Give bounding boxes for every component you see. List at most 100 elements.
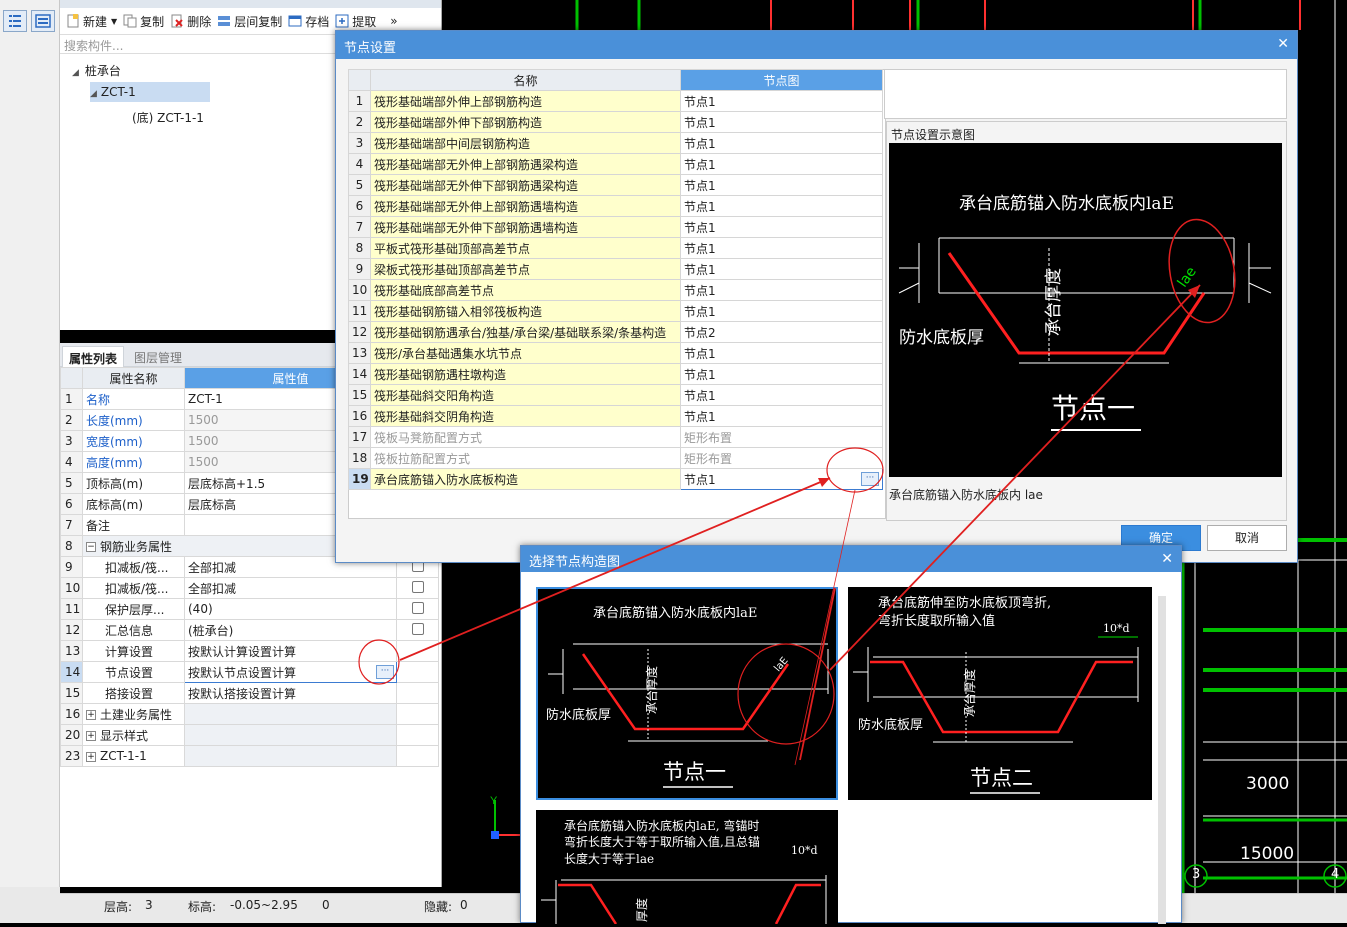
diagram-text: 长度大于等于lae bbox=[564, 851, 654, 866]
table-row[interactable]: 13 筏形/承台基础遇集水坑节点 节点1 bbox=[348, 342, 883, 364]
preview-title: 节点设置示意图 bbox=[891, 128, 976, 142]
diagram-text: 弯折长度大于等于取所输入值,且总锚 bbox=[564, 834, 760, 849]
table-row[interactable]: 7 筏形基础端部无外伸下部钢筋遇墙构造 节点1 bbox=[348, 216, 883, 238]
table-row[interactable]: 6 筏形基础端部无外伸上部钢筋遇墙构造 节点1 bbox=[348, 195, 883, 217]
dimension-text: 3000 bbox=[1246, 774, 1290, 794]
dialog-title-bar: 选择节点构造图 ✕ bbox=[521, 546, 1181, 572]
checkbox[interactable] bbox=[411, 601, 424, 614]
diagram-text: lae bbox=[1175, 264, 1200, 290]
axis-label: 4 bbox=[1331, 867, 1340, 882]
table-row[interactable]: 10 扣减板/筏... 全部扣减 bbox=[60, 577, 439, 599]
dropdown-arrow-icon[interactable]: ▼ bbox=[111, 17, 117, 26]
delete-button[interactable]: 删除 bbox=[170, 13, 211, 30]
table-row[interactable]: 17 筏板马凳筋配置方式 矩形布置 bbox=[348, 426, 883, 448]
tree-node-pile-cap[interactable]: ◢ 桩承台 bbox=[72, 62, 121, 79]
table-row[interactable]: 18 筏板拉筋配置方式 矩形布置 bbox=[348, 447, 883, 469]
table-row-group[interactable]: 16 + 土建业务属性 bbox=[60, 703, 439, 725]
svg-text:Y: Y bbox=[490, 795, 498, 807]
list-view-icon[interactable] bbox=[3, 10, 27, 32]
node-option-2[interactable]: 承台底筋伸至防水底板顶弯折, 弯折长度取所输入值 10*d 承台厚度 防水底板厚… bbox=[848, 587, 1152, 800]
table-row[interactable]: 11 保护层厚... (40) bbox=[60, 598, 439, 620]
more-tools-button[interactable]: » bbox=[390, 14, 397, 28]
grid-view-icon[interactable] bbox=[31, 10, 55, 32]
col-header-prop-name: 属性名称 bbox=[82, 367, 185, 389]
diagram-text: 承台底筋锚入防水底板内laE bbox=[959, 194, 1174, 214]
node-blank-area bbox=[884, 69, 1287, 119]
diagram-text: 承台底筋锚入防水底板内laE, 弯锚时 bbox=[564, 818, 759, 833]
diagram-text: 节点一 bbox=[663, 760, 726, 784]
copy-icon bbox=[123, 14, 137, 28]
expand-icon[interactable]: + bbox=[86, 751, 96, 762]
node-option-3[interactable]: 承台底筋锚入防水底板内laE, 弯锚时 弯折长度大于等于取所输入值,且总锚 长度… bbox=[536, 810, 838, 925]
cancel-button[interactable]: 取消 bbox=[1207, 525, 1287, 551]
diagram-text: 节点一 bbox=[1051, 392, 1135, 425]
table-row[interactable]: 8 平板式筏形基础顶部高差节点 节点1 bbox=[348, 237, 883, 259]
diagram-text: 承台厚度 bbox=[1044, 268, 1064, 336]
dialog-title-bar: 节点设置 ✕ bbox=[336, 31, 1297, 59]
tab-layer-manage[interactable]: 图层管理 bbox=[128, 346, 188, 367]
table-row-group[interactable]: 23 + ZCT-1-1 bbox=[60, 745, 439, 767]
table-row[interactable]: 2 筏形基础端部外伸下部钢筋构造 节点1 bbox=[348, 111, 883, 133]
left-toolbar bbox=[0, 0, 60, 887]
table-row[interactable]: 15 筏形基础斜交阳角构造 节点1 bbox=[348, 384, 883, 406]
tab-property-list[interactable]: 属性列表 bbox=[62, 346, 125, 367]
dimension-text: 15000 bbox=[1240, 844, 1295, 864]
node-option-1[interactable]: 承台底筋锚入防水底板内laE laE 承台厚度 防水底板厚 节点一 bbox=[536, 587, 838, 800]
diagram-text: 弯折长度取所输入值 bbox=[878, 613, 995, 629]
close-icon[interactable]: ✕ bbox=[1277, 36, 1289, 52]
ellipsis-button[interactable]: ··· bbox=[376, 665, 394, 679]
table-row[interactable]: 13 计算设置 按默认计算设置计算 bbox=[60, 640, 439, 662]
table-row-selected[interactable]: 19 承台底筋锚入防水底板构造 节点1 ··· bbox=[348, 468, 883, 490]
table-row-group[interactable]: 20 + 显示样式 bbox=[60, 724, 439, 746]
tree-node-zct-1-1[interactable]: (底) ZCT-1-1 bbox=[132, 109, 204, 126]
status-left bbox=[0, 887, 60, 923]
construct-toolbar: 新建 ▼ 复制 删除 层间复制 存档 提取 » bbox=[60, 10, 442, 32]
checkbox[interactable] bbox=[411, 622, 424, 635]
extract-button[interactable]: 提取 bbox=[335, 13, 376, 30]
diagram-text: 10*d bbox=[1103, 622, 1130, 635]
node-settings-table: 名称 节点图 1 筏形基础端部外伸上部钢筋构造 节点1 2 筏形基础端部外伸下部钢筋构… bbox=[348, 69, 883, 490]
diagram-text: 厚度 bbox=[634, 898, 649, 922]
new-button[interactable]: 新建 ▼ bbox=[66, 13, 117, 30]
table-row[interactable]: 16 筏形基础斜交阴角构造 节点1 bbox=[348, 405, 883, 427]
table-row[interactable]: 12 筏形基础钢筋遇承台/独基/承台梁/基础联系梁/条基构造 节点2 bbox=[348, 321, 883, 343]
expand-icon[interactable]: + bbox=[86, 731, 96, 741]
collapse-arrow-icon[interactable]: ◢ bbox=[90, 89, 97, 99]
diagram-text: 防水底板厚 bbox=[546, 707, 611, 723]
archive-button[interactable]: 存档 bbox=[288, 13, 329, 30]
node-settings-dialog: 节点设置 ✕ 名称 节点图 1 筏形基础端部外伸上部钢筋构造 节点1 2 筏形基础端部… bbox=[335, 30, 1298, 563]
table-row[interactable]: 12 汇总信息 (桩承台) bbox=[60, 619, 439, 641]
tree-node-zct-1[interactable]: ◢ ZCT-1 bbox=[90, 82, 210, 102]
ellipsis-button[interactable]: ··· bbox=[861, 472, 879, 486]
diagram-text: 防水底板厚 bbox=[858, 717, 923, 733]
table-row[interactable]: 4 筏形基础端部无外伸上部钢筋遇梁构造 节点1 bbox=[348, 153, 883, 175]
select-node-dialog: 选择节点构造图 ✕ 承台底筋锚入防水底板内laE laE 承台厚度 防水底板厚 … bbox=[520, 545, 1182, 925]
checkbox[interactable] bbox=[411, 580, 424, 593]
col-header-node: 节点图 bbox=[680, 69, 883, 91]
table-row[interactable]: 9 梁板式筏形基础顶部高差节点 节点1 bbox=[348, 258, 883, 280]
scrollbar[interactable] bbox=[1158, 596, 1166, 924]
floor-copy-button[interactable]: 层间复制 bbox=[217, 13, 282, 30]
table-row[interactable]: 3 筏形基础端部中间层钢筋构造 节点1 bbox=[348, 132, 883, 154]
extract-icon bbox=[335, 14, 349, 28]
copy-button[interactable]: 复制 bbox=[123, 13, 164, 30]
diagram-text: laE bbox=[772, 655, 790, 674]
new-icon bbox=[66, 14, 80, 28]
close-icon[interactable]: ✕ bbox=[1161, 551, 1173, 567]
table-row[interactable]: 5 筏形基础端部无外伸下部钢筋遇梁构造 节点1 bbox=[348, 174, 883, 196]
table-row[interactable]: 14 筏形基础钢筋遇柱墩构造 节点1 bbox=[348, 363, 883, 385]
table-row[interactable]: 11 筏形基础钢筋锚入相邻筏板构造 节点1 bbox=[348, 300, 883, 322]
node-diagram: 承台底筋锚入防水底板内laE lae 承台厚度 防水底板厚 节点一 bbox=[889, 143, 1282, 477]
collapse-icon[interactable]: − bbox=[86, 542, 96, 552]
table-row[interactable]: 1 筏形基础端部外伸上部钢筋构造 节点1 bbox=[348, 90, 883, 112]
construct-tabs bbox=[60, 0, 441, 8]
table-row[interactable]: 10 筏形基础底部高差节点 节点1 bbox=[348, 279, 883, 301]
diagram-text: 承台底筋锚入防水底板内laE bbox=[593, 605, 757, 621]
table-row[interactable]: 15 搭接设置 按默认搭接设置计算 bbox=[60, 682, 439, 704]
diagram-text: 承台厚度 bbox=[644, 666, 659, 714]
collapse-arrow-icon[interactable]: ◢ bbox=[72, 68, 79, 78]
diagram-text: 承台厚度 bbox=[962, 669, 977, 717]
diagram-text: 10*d bbox=[791, 844, 818, 857]
table-row-selected[interactable]: 14 节点设置 按默认节点设置计算 ··· bbox=[60, 661, 439, 683]
expand-icon[interactable]: + bbox=[86, 710, 96, 720]
